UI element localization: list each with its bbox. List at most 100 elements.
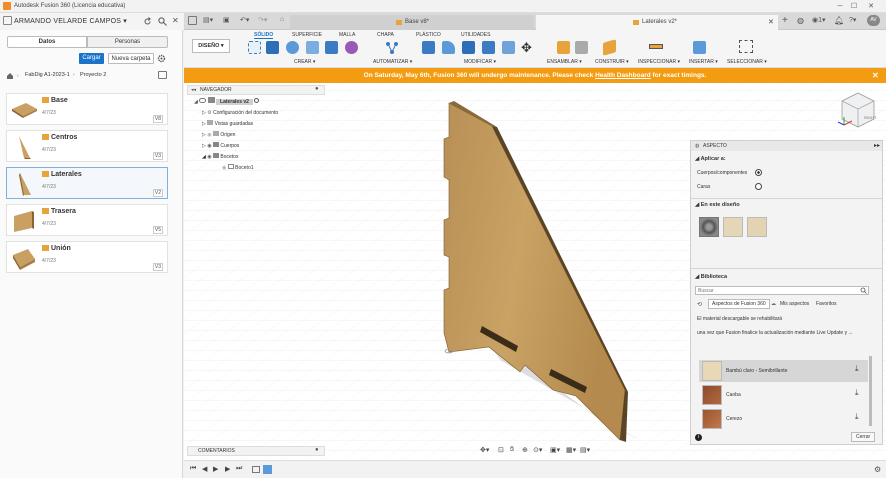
viewcube[interactable]: RIGHT <box>836 89 880 137</box>
step-forward-icon[interactable]: ▶ <box>225 465 230 473</box>
tree-item-boceto1[interactable]: ◉ Boceto1 <box>222 163 254 174</box>
online-icon[interactable]: ◍ <box>797 16 804 25</box>
grid-icon[interactable] <box>188 16 197 25</box>
close-icon[interactable]: ✕ <box>866 2 876 11</box>
workspace-selector[interactable]: DISEÑO ▾ <box>192 39 230 53</box>
tab-utilidades[interactable]: UTILIDADES <box>461 32 490 38</box>
file-card[interactable]: Trasera 4/7/23 V5 <box>6 204 168 236</box>
search-icon[interactable] <box>158 17 167 26</box>
display-settings-icon[interactable]: ▣▾ <box>550 446 560 454</box>
tree-item-vistas[interactable]: ▷ Vistas guardadas <box>202 119 253 130</box>
tab-my-appearances[interactable]: Mis aspectos <box>780 301 809 307</box>
insertar-menu[interactable]: INSERTAR ▾ <box>689 59 718 65</box>
tree-item-cuerpos[interactable]: ▷ ◉ Cuerpos <box>202 141 239 152</box>
new-folder-button[interactable]: Nueva carpeta <box>108 53 154 64</box>
health-dashboard-link[interactable]: Health Dashboard <box>595 72 651 79</box>
file-menu-icon[interactable]: ▤▾ <box>203 16 213 24</box>
file-card-selected[interactable]: Laterales 4/7/23 V2 <box>6 167 168 199</box>
user-name[interactable]: ARMANDO VELARDE CAMPOS ▾ <box>14 17 127 25</box>
automatizar-menu[interactable]: AUTOMATIZAR ▾ <box>373 59 412 65</box>
hole-icon[interactable] <box>306 41 319 54</box>
material-row[interactable]: Caoba ⤓ <box>699 384 868 406</box>
save-icon[interactable]: ▣ <box>223 16 230 24</box>
new-component-icon[interactable] <box>557 41 570 54</box>
material-row[interactable]: Cerezo ⤓ <box>699 408 868 430</box>
pan-icon[interactable]: ✋︎ <box>510 446 514 454</box>
pattern-icon[interactable] <box>325 41 338 54</box>
breadcrumb-folder[interactable]: Proyecto 2 <box>80 72 106 78</box>
tab-plastico[interactable]: PLÁSTICO <box>416 32 441 38</box>
tab-favorites[interactable]: Favoritos <box>816 301 837 307</box>
tree-item-bocetos[interactable]: ◢ ◉ Bocetos <box>202 152 238 163</box>
tab-malla[interactable]: MALLA <box>339 32 355 38</box>
minimize-icon[interactable]: ─ <box>835 2 845 11</box>
settings-icon[interactable] <box>157 54 166 63</box>
breadcrumb-project[interactable]: FabDig A1-2023-1 <box>25 72 70 78</box>
download-icon[interactable]: ⤓ <box>855 388 859 398</box>
grid-menu-icon[interactable] <box>3 16 12 25</box>
select-icon[interactable] <box>739 40 753 53</box>
insert-image-icon[interactable] <box>693 41 706 54</box>
navigator-options-icon[interactable]: ● <box>315 86 319 92</box>
inspeccionar-menu[interactable]: INSPECCIONAR ▾ <box>638 59 680 65</box>
upload-button[interactable]: Cargar <box>79 53 104 64</box>
comments-header[interactable]: COMENTARIOS ● <box>187 446 325 456</box>
crear-menu[interactable]: CREAR ▾ <box>294 59 315 65</box>
seleccionar-menu[interactable]: SELECCIONAR ▾ <box>727 59 767 65</box>
radio-bodies[interactable] <box>755 169 762 176</box>
new-tab-icon[interactable]: + <box>782 15 788 26</box>
tab-chapa[interactable]: CHAPA <box>377 32 394 38</box>
refresh-icon[interactable] <box>143 17 152 26</box>
file-card[interactable]: Centros 4/7/23 V3 <box>6 130 168 162</box>
press-pull-icon[interactable] <box>422 41 435 54</box>
tree-root[interactable]: ◢ Laterales v2 <box>194 97 260 108</box>
tab-fusion-appearances[interactable]: Aspectos de Fusion 360 <box>708 299 770 309</box>
tab-datos[interactable]: Datos <box>7 36 87 48</box>
viewports-icon[interactable]: ▤▾ <box>580 446 590 454</box>
appearance-swatch-metal[interactable] <box>699 217 719 237</box>
look-at-icon[interactable]: ⊡ <box>498 446 504 454</box>
sketch-timeline-icon[interactable] <box>252 466 260 473</box>
notifications-icon[interactable]: 🔔︎ <box>834 16 844 25</box>
appearance-swatch-wood[interactable] <box>723 217 743 237</box>
tree-item-config[interactable]: ▷ ⚙ Configuración del documento <box>202 108 278 119</box>
apply-section[interactable]: ◢ Aplicar a: <box>695 156 726 162</box>
automate-icon[interactable] <box>385 41 399 55</box>
expand-icon[interactable]: ▸▸ <box>874 142 880 149</box>
download-icon[interactable]: ⤓ <box>855 412 859 422</box>
design-section[interactable]: ◢ En este diseño <box>695 202 740 208</box>
step-back-icon[interactable]: ◀ <box>202 465 207 473</box>
home-icon[interactable] <box>6 72 14 80</box>
grid-settings-icon[interactable]: ▦▾ <box>566 446 576 454</box>
close-tab-icon[interactable]: ✕ <box>768 15 774 30</box>
info-icon[interactable]: i <box>695 434 702 441</box>
fit-icon[interactable]: ⊙▾ <box>533 446 542 454</box>
chamfer-icon[interactable] <box>462 41 475 54</box>
move-icon[interactable]: ✥ <box>521 40 532 56</box>
material-row[interactable]: Bambú claro - Semibrillante ⤓ <box>699 360 868 382</box>
home-tab-icon[interactable]: ⌂ <box>280 16 284 23</box>
comments-options-icon[interactable]: ● <box>315 447 319 453</box>
tab-superficie[interactable]: SUPERFICIE <box>292 32 322 38</box>
play-icon[interactable]: ▶ <box>213 465 218 473</box>
tab-laterales[interactable]: Laterales v2* ✕ <box>536 15 778 30</box>
search-icon[interactable] <box>860 287 867 294</box>
tab-solido[interactable]: SÓLIDO <box>254 32 274 39</box>
ensamblar-menu[interactable]: ENSAMBLAR ▾ <box>547 59 582 65</box>
form-icon[interactable] <box>345 41 358 54</box>
align-icon[interactable] <box>502 41 515 54</box>
extrude-timeline-icon[interactable] <box>263 465 272 474</box>
last-step-icon[interactable]: ⏭ <box>236 465 242 473</box>
combine-icon[interactable] <box>482 41 495 54</box>
help-icon[interactable]: ?▾ <box>849 16 856 24</box>
tab-personas[interactable]: Personas <box>87 36 168 48</box>
modificar-menu[interactable]: MODIFICAR ▾ <box>464 59 496 65</box>
zoom-icon[interactable]: ⊕ <box>522 446 528 454</box>
timeline-settings-icon[interactable]: ⚙ <box>874 465 881 474</box>
construir-menu[interactable]: CONSTRUIR ▾ <box>595 59 629 65</box>
joint-icon[interactable] <box>575 41 588 54</box>
undo-icon[interactable]: ↶▾ <box>240 16 249 24</box>
job-status-icon[interactable]: ◉1▾ <box>812 16 826 24</box>
redo-icon[interactable]: ↷▾ <box>258 16 267 24</box>
extrude-icon[interactable] <box>266 41 279 54</box>
